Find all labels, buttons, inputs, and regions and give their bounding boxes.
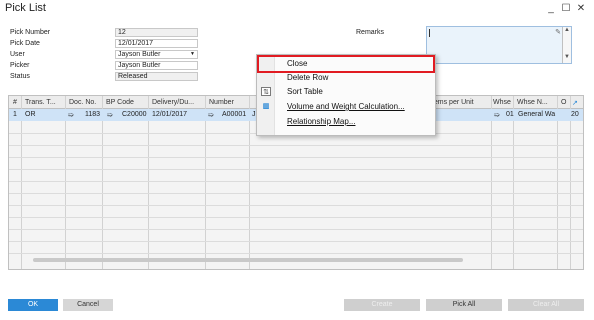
column-header[interactable]: Number xyxy=(209,99,234,106)
bp-code-cell[interactable]: C20000 xyxy=(122,111,147,118)
scroll-down-icon[interactable]: ▼ xyxy=(564,54,570,60)
cancel-button[interactable]: Cancel xyxy=(63,299,113,311)
row-number: 1 xyxy=(13,111,17,118)
link-arrow-icon[interactable]: ➯ xyxy=(68,111,74,119)
pick-date-label: Pick Date xyxy=(10,40,40,47)
description-cell[interactable]: J xyxy=(252,111,256,118)
user-dropdown[interactable]: Jayson Butler xyxy=(115,50,198,59)
expand-icon[interactable]: ↗ xyxy=(572,99,578,107)
picker-field[interactable]: Jayson Butler xyxy=(115,61,198,70)
o-cell[interactable]: 20 xyxy=(571,111,579,118)
whse-name-cell[interactable]: General Wa xyxy=(518,111,555,118)
pick-all-button[interactable]: Pick All xyxy=(426,299,502,311)
column-header[interactable]: # xyxy=(13,99,17,106)
menu-item-delete-row[interactable]: Delete Row xyxy=(287,73,328,82)
status-label: Status xyxy=(10,73,30,80)
highlight-box xyxy=(257,55,435,73)
text-caret xyxy=(429,29,430,37)
whse-cell[interactable]: 01 xyxy=(506,111,514,118)
column-header[interactable]: Delivery/Du... xyxy=(152,99,194,106)
item-number-cell[interactable]: A00001 xyxy=(222,111,246,118)
column-header[interactable]: Whse N... xyxy=(517,99,548,106)
user-label: User xyxy=(10,51,25,58)
context-menu: Close Delete Row ⇅ Sort Table ▥ Volume a… xyxy=(256,54,436,136)
window-title: Pick List xyxy=(5,2,46,14)
delivery-cell[interactable]: 12/01/2017 xyxy=(152,111,187,118)
title-bar: Pick List _ ☐ ✕ xyxy=(0,0,594,18)
picker-label: Picker xyxy=(10,62,30,69)
maximize-button[interactable]: ☐ xyxy=(560,3,572,15)
column-header[interactable]: Doc. No. xyxy=(69,99,96,106)
remarks-scrollbar[interactable]: ▲ ▼ xyxy=(562,27,571,63)
menu-item-volume-weight[interactable]: Volume and Weight Calculation... xyxy=(287,102,405,111)
horizontal-scrollbar[interactable] xyxy=(33,258,463,262)
trans-type-cell[interactable]: OR xyxy=(25,111,36,118)
link-arrow-icon[interactable]: ➯ xyxy=(494,111,500,119)
link-arrow-icon[interactable]: ➯ xyxy=(107,111,113,119)
doc-no-cell[interactable]: 1183 xyxy=(85,111,100,118)
edit-icon[interactable]: ✎ xyxy=(555,28,561,36)
create-button[interactable]: Create xyxy=(344,299,420,311)
volume-weight-icon: ▥ xyxy=(262,103,270,110)
remarks-textarea[interactable]: ✎ ▲ ▼ xyxy=(426,26,572,64)
sort-table-icon: ⇅ xyxy=(261,87,271,96)
close-window-button[interactable]: ✕ xyxy=(575,3,587,15)
clear-all-button[interactable]: Clear All xyxy=(508,299,584,311)
menu-item-close[interactable]: Close xyxy=(287,59,307,68)
status-field: Released xyxy=(115,72,198,81)
pick-number-label: Pick Number xyxy=(10,29,51,36)
column-header[interactable]: Trans. T... xyxy=(25,99,56,106)
remarks-label: Remarks xyxy=(356,29,385,36)
pick-date-field[interactable]: 12/01/2017 xyxy=(115,39,198,48)
column-header[interactable]: Items per Unit xyxy=(430,99,474,106)
minimize-button[interactable]: _ xyxy=(545,3,557,15)
column-header[interactable]: Whse xyxy=(493,99,511,106)
column-header[interactable]: O xyxy=(561,99,566,106)
menu-item-relationship-map[interactable]: Relationship Map... xyxy=(287,117,355,126)
menu-item-sort-table[interactable]: Sort Table xyxy=(287,87,323,96)
ok-button[interactable]: OK xyxy=(8,299,58,311)
pick-number-field[interactable]: 12 xyxy=(115,28,198,37)
column-header[interactable]: BP Code xyxy=(106,99,134,106)
scroll-up-icon[interactable]: ▲ xyxy=(564,27,570,33)
link-arrow-icon[interactable]: ➯ xyxy=(208,111,214,119)
